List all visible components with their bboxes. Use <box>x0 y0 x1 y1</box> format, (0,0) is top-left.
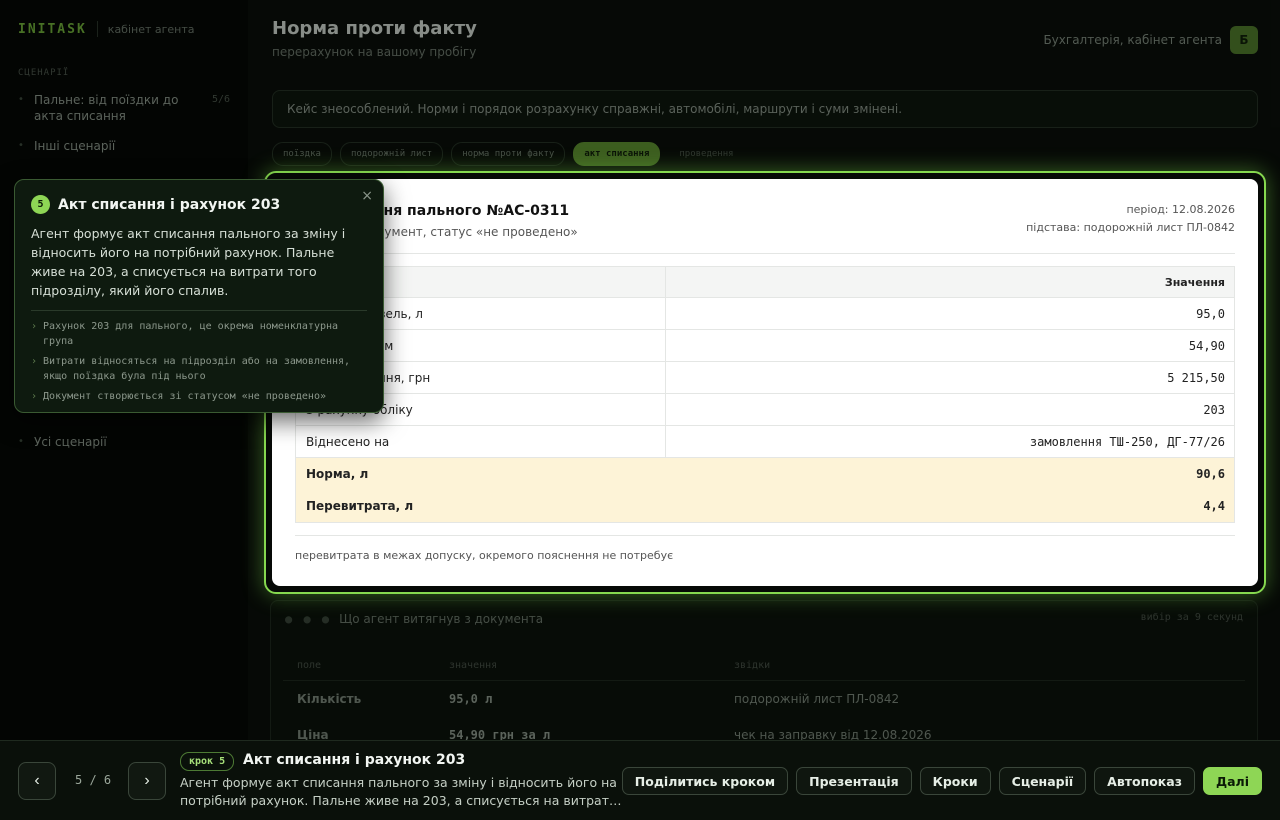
divider <box>295 535 1235 536</box>
list-item: › Документ створюється зі статусом «не пр… <box>31 389 367 404</box>
row-value: замовлення ТШ-250, ДГ-77/26 <box>1029 434 1225 449</box>
row-value: 90,6 <box>1196 467 1225 481</box>
table-row-norm: Норма, л 90,6 <box>296 458 1234 490</box>
tooltip-title: Акт списання і рахунок 203 <box>58 196 281 213</box>
row-value: 54,90 <box>1188 338 1225 353</box>
tour-bottom-bar: ‹ 5 / 6 › крок 5 Акт списання і рахунок … <box>0 740 1280 820</box>
list-item: › Рахунок 203 для пального, це окрема ном… <box>31 319 367 349</box>
table-row: Списано дизель, л 95,0 <box>296 298 1234 330</box>
document-meta: період: 12.08.2026 підстава: подорожній … <box>1026 201 1235 237</box>
share-step-button[interactable]: Поділитись кроком <box>621 767 789 795</box>
bullet-text: Документ створюється зі статусом «не про… <box>43 391 326 402</box>
tooltip-header: 5 Акт списання і рахунок 203 <box>31 195 367 214</box>
table-row: Віднесено на замовлення ТШ-250, ДГ-77/26 <box>296 426 1234 458</box>
table-row: Ціна за чеком 54,90 <box>296 330 1234 362</box>
row-value: 203 <box>1203 402 1225 417</box>
tooltip-body: Агент формує акт списання пального за зм… <box>31 226 346 298</box>
table-row: З рахунку обліку 203 <box>296 394 1234 426</box>
step-chip: крок 5 <box>180 752 235 771</box>
row-value: 95,0 <box>1196 306 1225 321</box>
step-description: Агент формує акт списання пального за зм… <box>180 775 622 808</box>
table-row-overspend: Перевитрата, л 4,4 <box>296 490 1234 522</box>
list-item: › Витрати відносяться на підрозділ або на… <box>31 354 367 384</box>
divider <box>295 253 1235 254</box>
step-title: Акт списання і рахунок 203 <box>243 752 466 768</box>
tour-actions: Поділитись кроком Презентація Кроки Сцен… <box>621 767 1262 795</box>
presentation-button[interactable]: Презентація <box>796 767 912 795</box>
row-label: Перевитрата, л <box>306 499 414 513</box>
bullet-text: Рахунок 203 для пального, це окрема номе… <box>43 321 339 347</box>
autoplay-button[interactable]: Автопоказ <box>1094 767 1195 795</box>
document-table: Показник Значення Списано дизель, л 95,0… <box>295 266 1235 523</box>
tooltip-bullets: › Рахунок 203 для пального, це окрема ном… <box>31 319 367 404</box>
row-label: Норма, л <box>306 467 369 481</box>
table-row: Сума списання, грн 5 215,50 <box>296 362 1234 394</box>
chevron-right-icon: › <box>31 356 38 367</box>
table-header: Показник Значення <box>296 267 1234 298</box>
prev-step-button[interactable]: ‹ <box>18 762 56 800</box>
write-off-act-document: Акт списання пального №АС-0311 чернетка,… <box>272 179 1258 586</box>
col-value: Значення <box>1164 275 1225 289</box>
chevron-right-icon: › <box>31 391 38 402</box>
step-number-badge: 5 <box>31 195 50 214</box>
next-button[interactable]: Далі <box>1202 767 1262 795</box>
steps-button[interactable]: Кроки <box>919 767 991 795</box>
step-tooltip: 5 Акт списання і рахунок 203 × Агент фор… <box>14 179 384 413</box>
divider <box>31 310 367 311</box>
row-value: 5 215,50 <box>1167 370 1225 385</box>
chevron-right-icon: › <box>31 321 38 332</box>
close-icon[interactable]: × <box>361 188 373 204</box>
scenarios-button[interactable]: Сценарії <box>998 767 1087 795</box>
row-label: Віднесено на <box>296 426 666 457</box>
next-step-arrow-button[interactable]: › <box>128 762 166 800</box>
row-value: 4,4 <box>1203 499 1225 513</box>
step-pager: 5 / 6 <box>75 773 112 787</box>
document-basis: підстава: подорожній лист ПЛ-0842 <box>1026 221 1235 234</box>
document-footer-note: перевитрата в межах допуску, окремого по… <box>295 549 674 562</box>
bullet-text: Витрати відносяться на підрозділ або на … <box>43 356 351 382</box>
document-period: період: 12.08.2026 <box>1126 203 1235 216</box>
